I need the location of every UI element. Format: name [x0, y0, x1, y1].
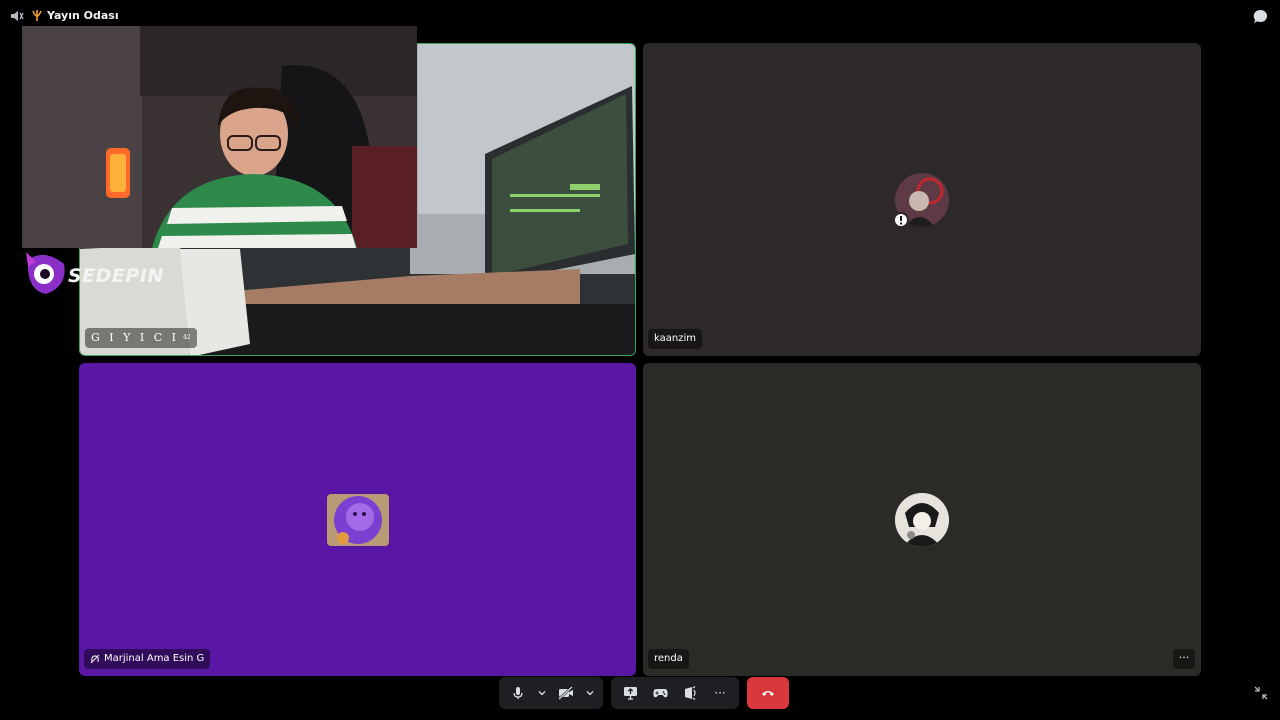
participant-name: Marjinal Ama Esin G: [104, 653, 205, 664]
name-superscript: 42: [182, 334, 191, 341]
soundboard-icon: [685, 686, 696, 700]
participant-name: renda: [654, 653, 683, 664]
leave-call-button[interactable]: [747, 677, 789, 709]
streamer-logo: SEDEPIN: [24, 250, 163, 296]
participant-tile[interactable]: kaanzim: [643, 43, 1201, 356]
webcam-overlay: [22, 26, 417, 248]
chat-icon[interactable]: [1252, 8, 1269, 25]
phone-hangup-icon: [762, 691, 774, 696]
collapse-icon[interactable]: [1254, 686, 1268, 700]
channel-title: Yayın Odası: [47, 9, 119, 22]
participant-name-tag: G I Y I C I 42: [85, 328, 197, 348]
camera-options-button[interactable]: [583, 680, 597, 706]
participant-name-tag: kaanzim: [648, 329, 702, 349]
media-controls-group: [499, 677, 603, 709]
camera-button[interactable]: [553, 680, 579, 706]
chevron-down-icon: [586, 691, 594, 696]
owl-logo-icon: [26, 252, 65, 294]
participant-name: G I Y I C I: [91, 331, 179, 344]
participant-name: kaanzim: [654, 333, 696, 344]
participant-name-tag: renda: [648, 649, 689, 669]
microphone-icon: [513, 687, 523, 699]
microphone-button[interactable]: [505, 680, 531, 706]
logo-text: SEDEPIN: [68, 265, 164, 287]
speaker-icon[interactable]: [10, 9, 24, 23]
camera-off-icon: [558, 686, 573, 700]
activities-button[interactable]: [647, 680, 673, 706]
participant-name-tag: Marjinal Ama Esin G: [84, 649, 211, 669]
participant-tile[interactable]: Marjinal Ama Esin G: [79, 363, 636, 676]
stage-channel-icon: [32, 10, 42, 21]
screen-share-icon: [623, 687, 637, 700]
deafened-icon: [90, 654, 100, 664]
warning-badge-icon: [893, 212, 909, 228]
microphone-options-button[interactable]: [535, 680, 549, 706]
gamepad-icon: [652, 689, 668, 698]
call-controls: ···: [499, 677, 789, 709]
more-options-button[interactable]: ···: [707, 680, 733, 706]
screen-share-button[interactable]: [617, 680, 643, 706]
avatar: [895, 493, 949, 547]
activity-controls-group: ···: [611, 677, 739, 709]
chevron-down-icon: [538, 691, 546, 696]
avatar: [327, 494, 389, 546]
participant-tile[interactable]: renda ···: [643, 363, 1201, 676]
more-options-button[interactable]: ···: [1173, 649, 1195, 669]
soundboard-button[interactable]: [677, 680, 703, 706]
